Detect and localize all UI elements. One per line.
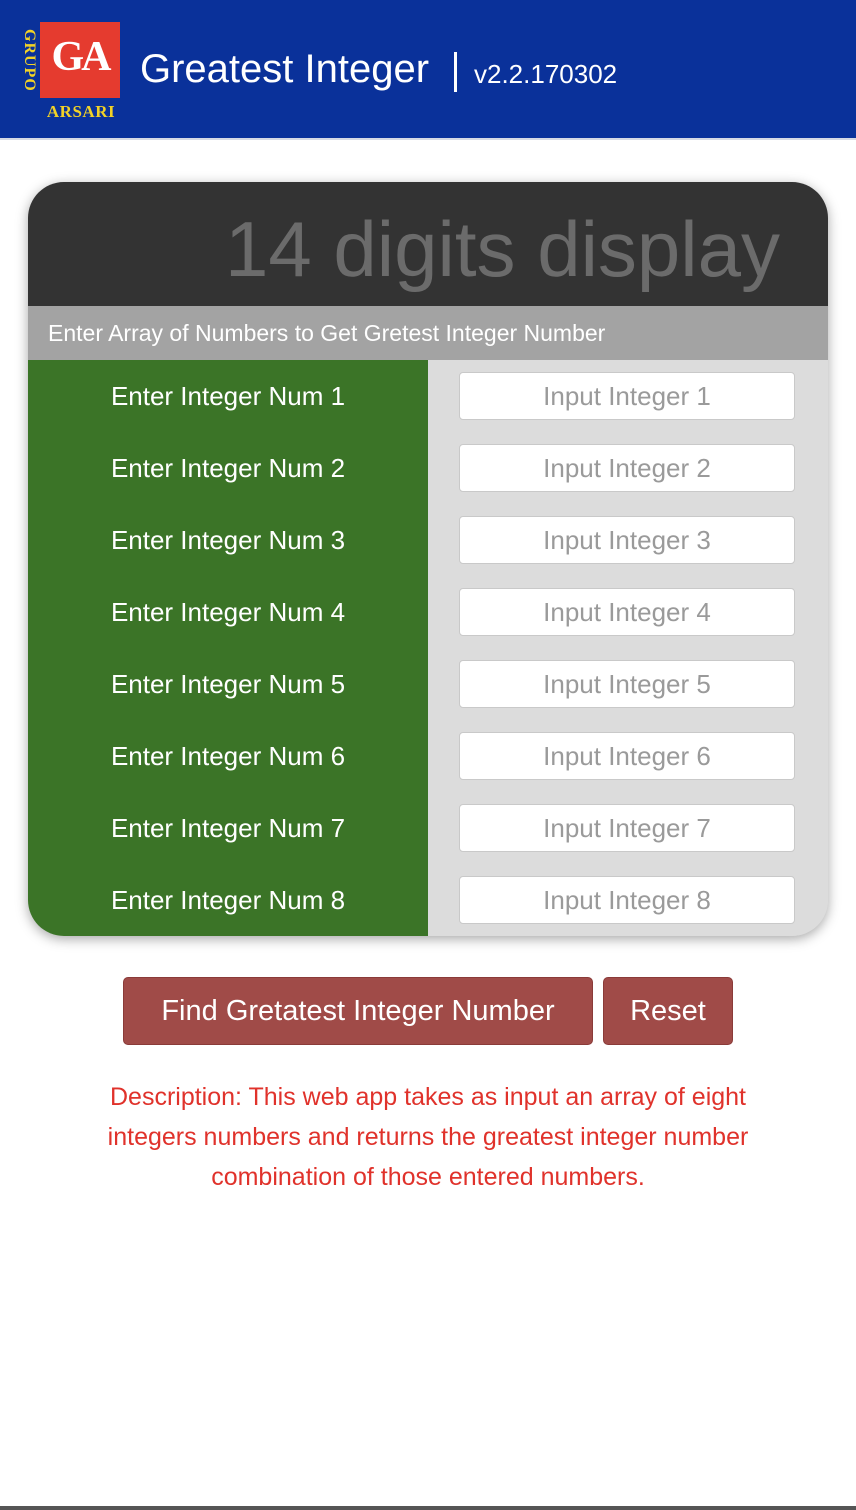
page: GRUPO GA ARSARI Greatest Integer v2.2.17… xyxy=(0,0,856,1510)
integer-label-1: Enter Integer Num 1 xyxy=(110,381,346,411)
app-header: GRUPO GA ARSARI Greatest Integer v2.2.17… xyxy=(0,0,856,140)
instruction-bar: Enter Array of Numbers to Get Gretest In… xyxy=(28,306,828,360)
integer-label-2: Enter Integer Num 2 xyxy=(110,453,346,483)
reset-button[interactable]: Reset xyxy=(603,977,733,1045)
integer-input-2[interactable] xyxy=(459,444,795,492)
integer-input-7[interactable] xyxy=(459,804,795,852)
integer-input-4[interactable] xyxy=(459,588,795,636)
calculator-card: 14 digits display Enter Array of Numbers… xyxy=(28,182,828,936)
input-column xyxy=(428,360,828,936)
app-title: Greatest Integer xyxy=(140,47,430,91)
logo-grupo-text: GRUPO xyxy=(21,28,38,92)
find-greatest-integer-button[interactable]: Find Gretatest Integer Number xyxy=(123,977,593,1045)
digits-display: 14 digits display xyxy=(28,182,828,306)
integer-label-6: Enter Integer Num 6 xyxy=(110,741,346,771)
bottom-divider xyxy=(0,1506,856,1510)
integer-label-8: Enter Integer Num 8 xyxy=(110,885,346,915)
grupo-arsari-logo: GRUPO GA ARSARI xyxy=(14,18,124,122)
integer-input-8[interactable] xyxy=(459,876,795,924)
integer-label-7: Enter Integer Num 7 xyxy=(110,813,346,843)
integer-label-5: Enter Integer Num 5 xyxy=(110,669,346,699)
title-separator xyxy=(454,52,457,92)
display-text: 14 digits display xyxy=(225,205,780,293)
integer-input-5[interactable] xyxy=(459,660,795,708)
integer-label-3: Enter Integer Num 3 xyxy=(110,525,346,555)
logo-red-box: GA xyxy=(40,22,120,98)
logo-name-text: ARSARI xyxy=(46,102,116,121)
integer-input-1[interactable] xyxy=(459,372,795,420)
integer-input-6[interactable] xyxy=(459,732,795,780)
logo-initials: GA xyxy=(51,34,112,80)
integer-label-4: Enter Integer Num 4 xyxy=(110,597,346,627)
integer-input-3[interactable] xyxy=(459,516,795,564)
label-column: Enter Integer Num 1 Enter Integer Num 2 … xyxy=(28,360,428,936)
app-description: Description: This web app takes as input… xyxy=(107,1083,749,1191)
app-version: v2.2.170302 xyxy=(474,59,618,89)
